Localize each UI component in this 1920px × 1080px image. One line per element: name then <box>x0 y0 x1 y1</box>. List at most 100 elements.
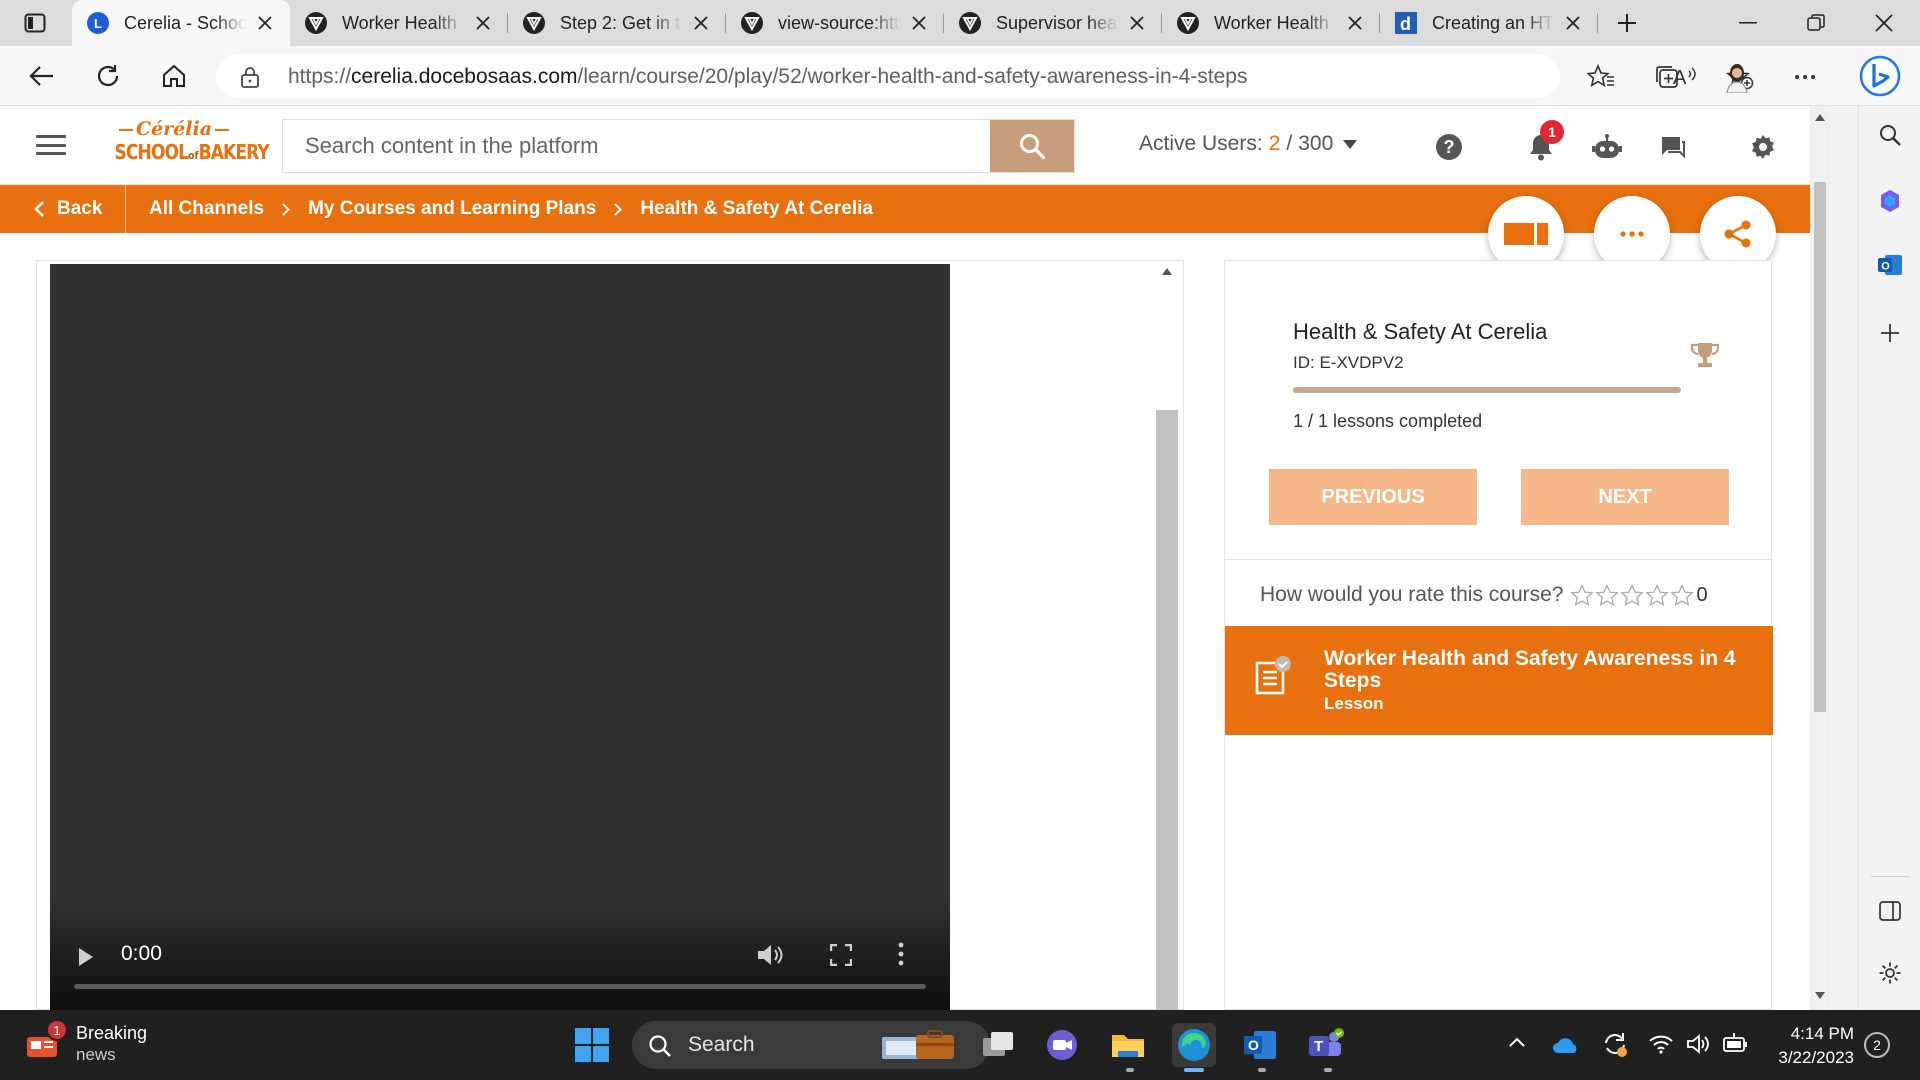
close-tab-icon[interactable] <box>1562 12 1584 34</box>
star-icon[interactable] <box>1619 584 1644 606</box>
browser-tab[interactable]: view-source:https:// <box>726 0 944 46</box>
lesson-list-item[interactable]: Worker Health and Safety Awareness in 4 … <box>1225 626 1773 735</box>
minimize-button[interactable] <box>1728 10 1768 36</box>
play-icon[interactable] <box>78 947 94 967</box>
svg-text:O: O <box>1248 1037 1259 1053</box>
sidebar-search-button[interactable] <box>1875 120 1905 150</box>
taskbar-search[interactable]: Search <box>632 1021 990 1069</box>
close-window-button[interactable] <box>1864 10 1904 36</box>
active-users-separator: / <box>1286 132 1293 155</box>
notification-center-badge[interactable]: 2 <box>1864 1032 1890 1058</box>
sync-icon[interactable] <box>1602 1030 1628 1058</box>
restore-button[interactable] <box>1796 10 1836 36</box>
address-bar[interactable]: https://cerelia.docebosaas.com/learn/cou… <box>216 54 1754 98</box>
favorites-button[interactable] <box>1584 60 1618 94</box>
star-icon[interactable] <box>1669 584 1694 606</box>
sidebar-copilot-button[interactable] <box>1875 186 1905 216</box>
notifications-button[interactable]: 1 <box>1524 120 1564 164</box>
task-view-button[interactable] <box>976 1023 1020 1067</box>
battery-icon[interactable] <box>1722 1032 1750 1054</box>
refresh-button[interactable] <box>92 60 124 92</box>
browser-tab[interactable]: L Cerelia - School of Bakery <box>72 0 290 46</box>
browser-tab[interactable]: Worker Health and Safety <box>1162 0 1380 46</box>
new-tab-button[interactable] <box>1612 9 1642 37</box>
messages-button[interactable] <box>1656 130 1690 164</box>
taskbar-file-explorer[interactable] <box>1106 1023 1150 1067</box>
controls-gradient <box>50 894 950 1010</box>
star-icon[interactable] <box>1594 584 1619 606</box>
tab-actions-button[interactable] <box>20 9 50 37</box>
news-widget[interactable]: 1 Breaking news <box>26 1019 147 1066</box>
page-scroll-thumb[interactable] <box>1814 182 1826 712</box>
help-button[interactable]: ? <box>1432 130 1466 164</box>
previous-button[interactable]: PREVIOUS <box>1269 469 1477 525</box>
sidebar-outlook-button[interactable]: O <box>1875 250 1905 280</box>
back-nav-button[interactable] <box>26 60 58 92</box>
admin-settings-button[interactable] <box>1746 130 1780 164</box>
close-tab-icon[interactable] <box>1344 12 1366 34</box>
help-icon: ? <box>1436 134 1462 160</box>
back-button[interactable]: Back <box>0 185 126 233</box>
docebo-icon: L <box>86 11 110 35</box>
page-viewport: Cérélia SCHOOLofBAKERY Active Users: 2 /… <box>0 106 1810 1010</box>
menu-icon[interactable] <box>36 132 66 158</box>
wifi-icon[interactable] <box>1648 1034 1674 1054</box>
browser-tab[interactable]: Supervisor health <box>944 0 1162 46</box>
next-button[interactable]: NEXT <box>1521 469 1729 525</box>
page-scrollbar[interactable] <box>1810 106 1830 1010</box>
close-tab-icon[interactable] <box>254 12 276 34</box>
profile-avatar[interactable] <box>1720 60 1754 94</box>
system-clock[interactable]: 4:14 PM 3/22/2023 <box>1770 1022 1854 1070</box>
onedrive-icon[interactable] <box>1552 1036 1580 1054</box>
refresh-icon <box>97 65 119 87</box>
taskbar-teams[interactable]: T <box>1304 1023 1348 1067</box>
more-vertical-icon[interactable] <box>898 942 904 966</box>
settings-more-button[interactable] <box>1788 60 1822 94</box>
browser-tab[interactable]: Worker Health and Safety <box>290 0 508 46</box>
chevron-right-icon <box>614 202 623 216</box>
search-input[interactable] <box>283 120 990 172</box>
chevron-up-icon[interactable] <box>1508 1036 1526 1048</box>
more-horizontal-icon <box>1620 231 1644 237</box>
close-tab-icon[interactable] <box>1126 12 1148 34</box>
home-button[interactable] <box>158 60 190 92</box>
taskbar-meet-button[interactable] <box>1040 1023 1084 1067</box>
search-button[interactable] <box>990 120 1074 172</box>
tab-title: Supervisor health <box>996 12 1118 33</box>
close-tab-icon[interactable] <box>690 12 712 34</box>
sidebar-settings-button[interactable] <box>1875 958 1905 988</box>
assistant-bot-button[interactable] <box>1590 130 1624 164</box>
search-icon <box>649 1035 671 1057</box>
seek-bar[interactable] <box>74 984 926 989</box>
sidebar-add-button[interactable] <box>1875 318 1905 348</box>
close-tab-icon[interactable] <box>908 12 930 34</box>
browser-tab[interactable]: d Creating an HTML <box>1380 0 1598 46</box>
content-scrollbar[interactable] <box>1156 260 1178 1010</box>
bing-copilot-button[interactable] <box>1858 54 1902 98</box>
volume-icon[interactable] <box>1686 1033 1712 1055</box>
close-icon <box>1875 14 1893 32</box>
fullscreen-icon[interactable] <box>830 944 852 966</box>
taskbar-outlook[interactable]: O <box>1238 1023 1282 1067</box>
course-progress-fill <box>1293 387 1681 393</box>
rating-value: 0 <box>1696 583 1708 606</box>
breadcrumb-trail: All Channels My Courses and Learning Pla… <box>149 185 873 233</box>
site-logo[interactable]: Cérélia SCHOOLofBAKERY <box>104 118 270 172</box>
start-button[interactable] <box>574 1027 610 1063</box>
volume-icon[interactable] <box>756 942 784 968</box>
star-icon[interactable] <box>1644 584 1669 606</box>
content-scroll-thumb[interactable] <box>1156 410 1178 1010</box>
rating-stars[interactable] <box>1569 584 1695 606</box>
star-icon[interactable] <box>1569 584 1594 606</box>
taskbar-edge[interactable] <box>1172 1023 1216 1067</box>
collections-button[interactable] <box>1650 60 1684 94</box>
home-icon <box>163 64 185 87</box>
browser-tab[interactable]: Step 2: Get in the habit <box>508 0 726 46</box>
close-tab-icon[interactable] <box>472 12 494 34</box>
teams-icon: T <box>1309 1028 1344 1056</box>
sidebar-hide-button[interactable] <box>1875 896 1905 926</box>
breadcrumb-item-my-courses[interactable]: My Courses and Learning Plans <box>308 198 596 220</box>
video-player[interactable]: 0:00 <box>50 264 950 1010</box>
breadcrumb-item-all-channels[interactable]: All Channels <box>149 198 264 220</box>
active-users-dropdown[interactable]: Active Users: 2 / 300 <box>1139 132 1358 156</box>
